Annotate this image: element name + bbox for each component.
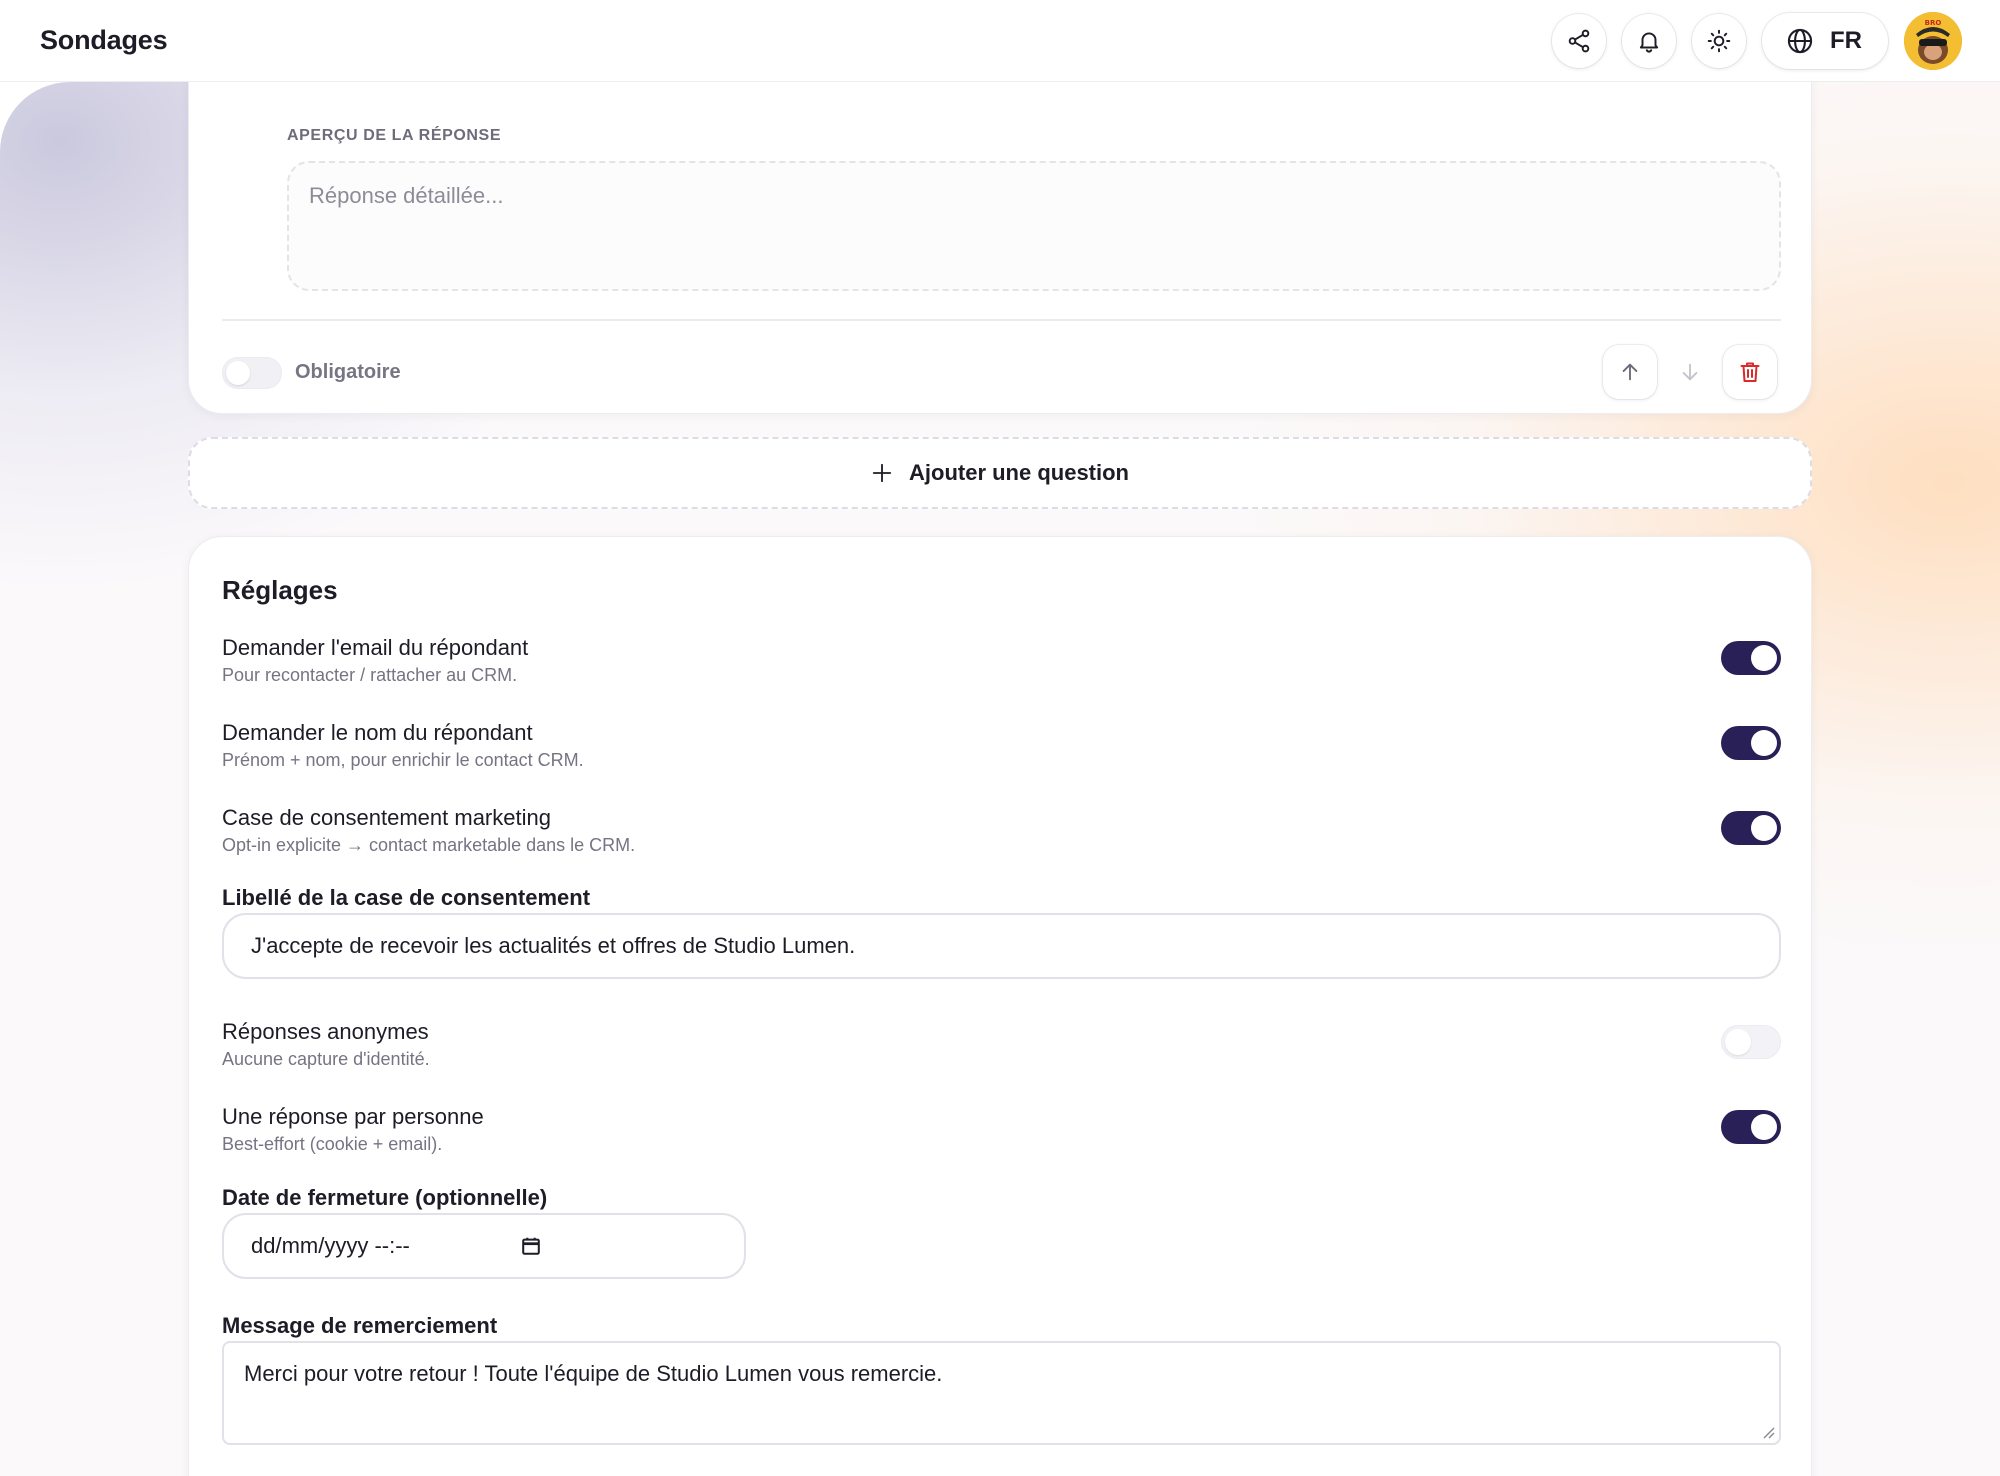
- required-label: Obligatoire: [295, 361, 401, 383]
- avatar[interactable]: BRO: [1904, 11, 1962, 70]
- setting-one-response-title: Une réponse par personne: [222, 1104, 484, 1129]
- thanks-message-textarea[interactable]: Merci pour votre retour ! Toute l'équipe…: [222, 1341, 1781, 1445]
- resize-handle-icon[interactable]: [1761, 1425, 1775, 1439]
- theme-toggle-button[interactable]: [1692, 13, 1746, 68]
- arrow-down-icon: [1682, 363, 1698, 381]
- top-bar: Sondages FR BRO: [0, 0, 2000, 82]
- share-button[interactable]: [1552, 13, 1606, 68]
- share-icon: [1568, 29, 1590, 52]
- settings-title: Réglages: [222, 575, 338, 605]
- answer-preview-label: APERÇU DE LA RÉPONSE: [287, 127, 502, 144]
- header-actions: FR BRO: [1552, 11, 1962, 70]
- calendar-icon[interactable]: [520, 1235, 542, 1257]
- toggle-one-response[interactable]: [1721, 1110, 1781, 1144]
- move-up-button[interactable]: [1603, 345, 1657, 399]
- language-label: FR: [1830, 26, 1862, 54]
- consent-label-input[interactable]: J'accepte de recevoir les actualités et …: [222, 913, 1781, 979]
- question-actions: [1603, 345, 1777, 399]
- divider: [222, 319, 1781, 321]
- avatar-image: BRO: [1904, 11, 1962, 70]
- setting-anonymous-title: Réponses anonymes: [222, 1019, 429, 1044]
- avatar-badge: BRO: [1925, 19, 1942, 27]
- setting-ask-email-title: Demander l'email du répondant: [222, 635, 529, 660]
- answer-preview-placeholder: Réponse détaillée...: [309, 183, 504, 208]
- toggle-ask-email[interactable]: [1721, 641, 1781, 675]
- toggle-marketing-consent[interactable]: [1721, 811, 1781, 845]
- consent-label-value: J'accepte de recevoir les actualités et …: [251, 933, 856, 958]
- required-toggle[interactable]: [222, 357, 282, 389]
- setting-anonymous-subtitle: Aucune capture d'identité.: [222, 1049, 430, 1069]
- language-selector[interactable]: FR: [1762, 12, 1888, 69]
- notifications-button[interactable]: [1622, 13, 1676, 68]
- arrow-up-icon: [1622, 363, 1638, 381]
- bell-icon: [1639, 31, 1659, 53]
- answer-preview-box: Réponse détaillée...: [287, 161, 1781, 291]
- sun-icon: [1707, 29, 1731, 52]
- globe-icon: [1787, 28, 1813, 53]
- move-down-button[interactable]: [1663, 345, 1717, 399]
- setting-ask-name-subtitle: Prénom + nom, pour enrichir le contact C…: [222, 750, 584, 770]
- content-area: APERÇU DE LA RÉPONSE Réponse détaillée..…: [0, 82, 2000, 1476]
- toggle-anonymous[interactable]: [1721, 1025, 1781, 1059]
- setting-one-response-subtitle: Best-effort (cookie + email).: [222, 1134, 443, 1154]
- add-question-label: Ajouter une question: [909, 460, 1129, 485]
- setting-marketing-consent-subtitle: Opt-in explicite → contact marketable da…: [222, 835, 636, 855]
- setting-ask-email-subtitle: Pour recontacter / rattacher au CRM.: [222, 665, 518, 685]
- page-title: Sondages: [40, 25, 168, 55]
- toggle-ask-name[interactable]: [1721, 726, 1781, 760]
- plus-icon: [872, 463, 892, 483]
- delete-question-button[interactable]: [1723, 345, 1777, 399]
- thanks-message-title: Message de remerciement: [222, 1313, 498, 1338]
- consent-label-title: Libellé de la case de consentement: [222, 885, 591, 910]
- add-question-button[interactable]: Ajouter une question: [188, 437, 1812, 509]
- settings-card: Réglages Demander l'email du répondant P…: [188, 536, 1812, 1476]
- close-date-input[interactable]: dd/mm/yyyy --:--: [222, 1213, 746, 1279]
- close-date-placeholder: dd/mm/yyyy --:--: [251, 1233, 410, 1258]
- thanks-message-value: Merci pour votre retour ! Toute l'équipe…: [244, 1361, 943, 1386]
- trash-icon: [1740, 362, 1760, 382]
- setting-marketing-consent-title: Case de consentement marketing: [222, 805, 551, 830]
- setting-ask-name-title: Demander le nom du répondant: [222, 720, 533, 745]
- close-date-title: Date de fermeture (optionnelle): [222, 1185, 548, 1210]
- question-card: APERÇU DE LA RÉPONSE Réponse détaillée..…: [188, 82, 1812, 414]
